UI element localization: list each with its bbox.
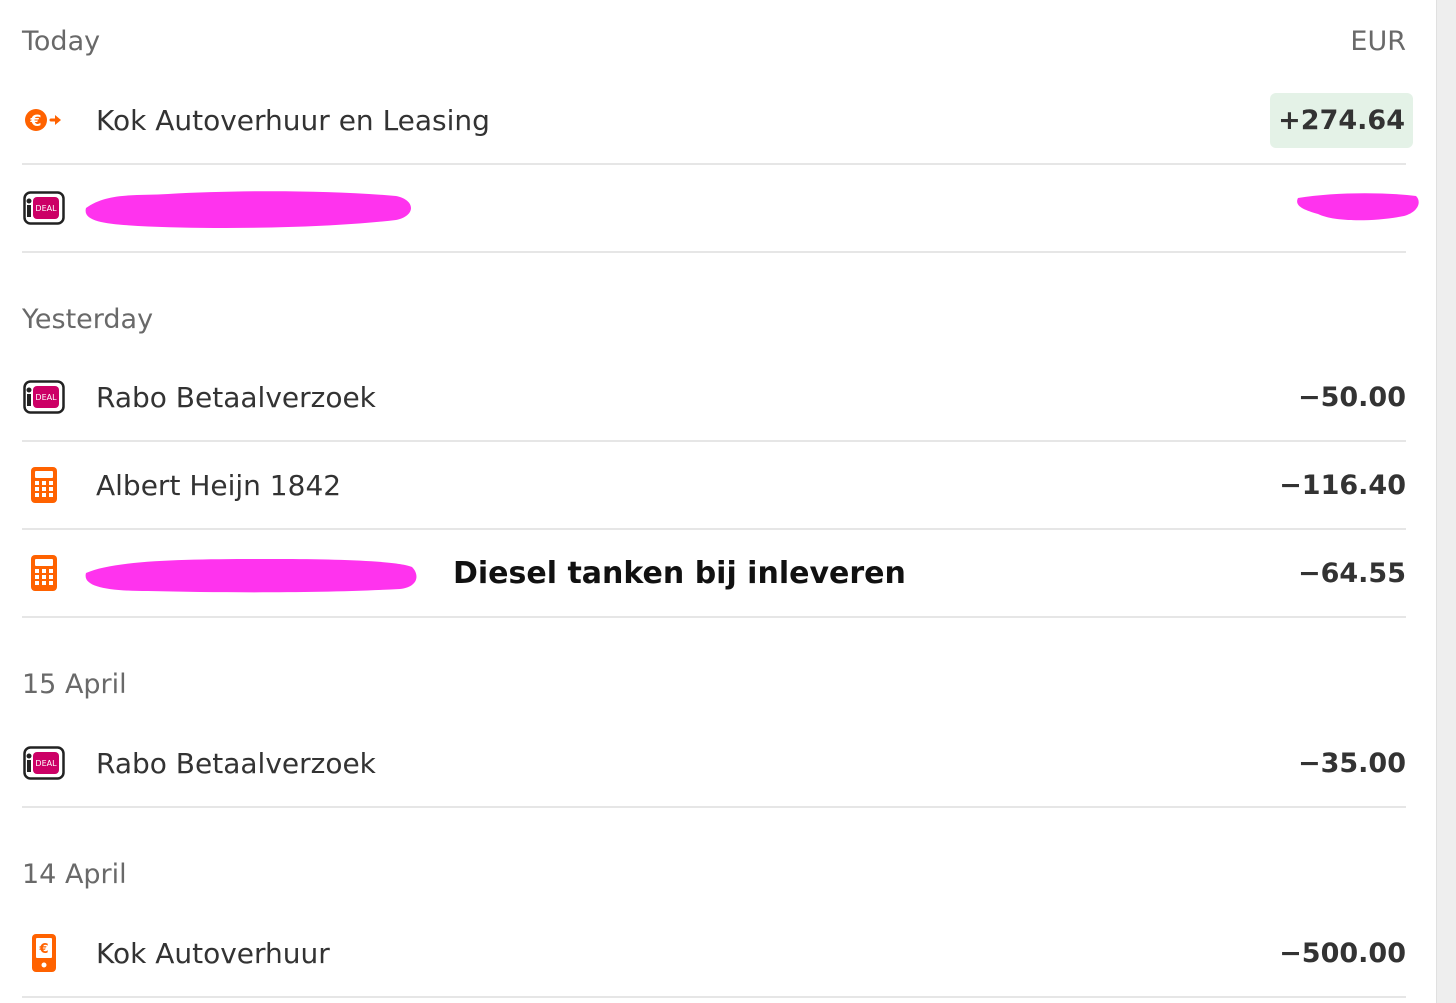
transactions-page: Today EUR € Kok Autoverhuur en Leasing +… — [0, 0, 1456, 1003]
transaction-amount: −35.00 — [1297, 747, 1406, 779]
ideal-text: DEAL — [35, 204, 57, 213]
transaction-row[interactable]: Albert Heijn 1842 −116.40 — [22, 442, 1406, 530]
section-date: 15 April — [22, 668, 127, 700]
section-date: Yesterday — [22, 303, 154, 335]
section-header-14-april: 14 April — [22, 854, 1406, 894]
svg-text:€: € — [29, 111, 41, 130]
ideal-text: DEAL — [35, 393, 57, 402]
redaction-mark — [1297, 193, 1419, 221]
transaction-amount: −50.00 — [1297, 381, 1406, 413]
transaction-name: Rabo Betaalverzoek — [96, 380, 376, 414]
transaction-name: Albert Heijn 1842 — [96, 468, 342, 502]
transaction-name: Kok Autoverhuur — [96, 936, 330, 970]
annotation-text: Diesel tanken bij inleveren — [453, 556, 906, 591]
scrollbar[interactable] — [1436, 0, 1456, 1003]
ideal-icon: DEAL — [22, 186, 66, 230]
transaction-name: Kok Autoverhuur en Leasing — [96, 103, 490, 137]
transaction-row[interactable]: DEAL Rabo Betaalverzoek −50.00 — [22, 354, 1406, 442]
transaction-row[interactable]: € Kok Autoverhuur en Leasing +274.64 — [22, 77, 1413, 165]
transaction-amount: −64.55 — [1297, 557, 1406, 589]
ideal-icon: DEAL — [22, 375, 66, 419]
section-date: 14 April — [22, 858, 127, 890]
section-date: Today — [22, 25, 101, 57]
redaction-mark — [85, 559, 417, 593]
ideal-icon: DEAL — [22, 741, 66, 785]
mobile-payment-icon: € — [22, 931, 66, 975]
redaction-mark — [85, 191, 412, 228]
transaction-row[interactable]: € Kok Autoverhuur −500.00 — [22, 910, 1406, 998]
transaction-name: Rabo Betaalverzoek — [96, 746, 376, 780]
transaction-amount: −500.00 — [1279, 937, 1406, 969]
transaction-amount: +274.64 — [1270, 92, 1413, 148]
ideal-text: DEAL — [35, 759, 57, 768]
currency-label: EUR — [1350, 25, 1406, 57]
section-header-today: Today EUR — [22, 21, 1406, 61]
section-header-15-april: 15 April — [22, 664, 1406, 704]
section-header-yesterday: Yesterday — [22, 299, 1406, 339]
transaction-amount: −116.40 — [1279, 469, 1406, 501]
euro-transfer-icon: € — [22, 98, 66, 142]
card-terminal-icon — [22, 551, 66, 595]
card-terminal-icon — [22, 463, 66, 507]
svg-text:€: € — [38, 942, 48, 957]
transaction-row[interactable]: DEAL Rabo Betaalverzoek −35.00 — [22, 720, 1406, 808]
